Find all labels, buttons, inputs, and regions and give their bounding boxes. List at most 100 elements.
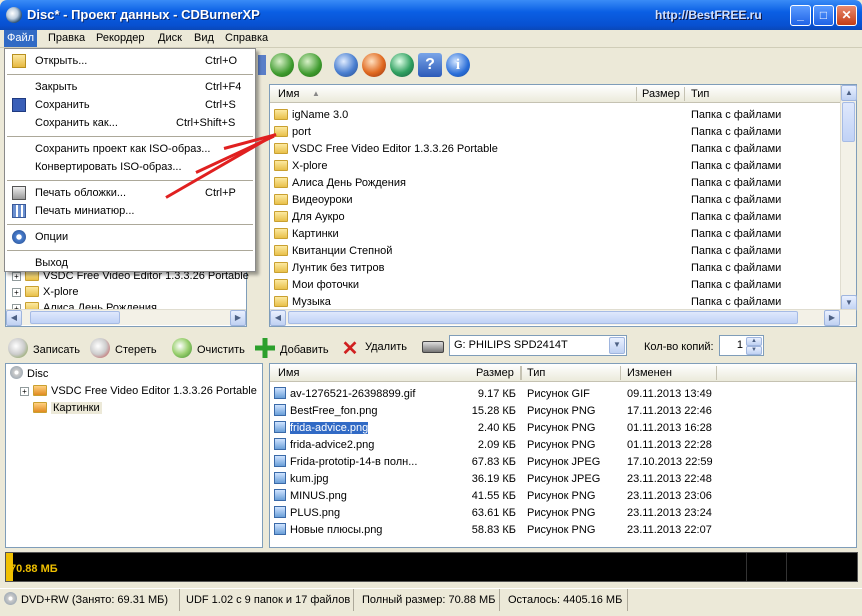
horizontal-scrollbar[interactable]: ◀ ▶ bbox=[270, 309, 856, 326]
list-item[interactable]: Картинки Папка с файлами bbox=[274, 226, 834, 243]
column-modified[interactable]: Изменен bbox=[627, 367, 672, 379]
toolbar-grip bbox=[258, 55, 266, 75]
menu-view[interactable]: Вид bbox=[194, 32, 214, 44]
scroll-thumb[interactable] bbox=[30, 311, 120, 324]
help-icon[interactable]: ? bbox=[418, 53, 442, 77]
list-item[interactable]: Алиса День Рождения Папка с файлами bbox=[274, 175, 834, 192]
horizontal-scrollbar[interactable]: ◀ ▶ bbox=[6, 309, 246, 326]
menu-item-print-thumbnails[interactable]: Печать миниатюр... bbox=[5, 202, 255, 220]
menu-disc[interactable]: Диск bbox=[158, 32, 182, 44]
menu-bar: Файл Правка Рекордер Диск Вид Справка bbox=[0, 30, 862, 48]
tree-root[interactable]: Disc bbox=[10, 366, 48, 383]
scroll-left-icon[interactable]: ◀ bbox=[270, 310, 286, 326]
menu-edit[interactable]: Правка bbox=[48, 32, 85, 44]
tree-item[interactable]: + VSDC Free Video Editor 1.3.3.26 Portabl… bbox=[20, 383, 257, 400]
scroll-up-icon[interactable]: ▲ bbox=[841, 85, 857, 101]
disc-tree[interactable]: Disc + VSDC Free Video Editor 1.3.3.26 Po… bbox=[5, 363, 263, 548]
folder-icon bbox=[274, 194, 288, 205]
tree-item[interactable]: + X-plore bbox=[12, 284, 78, 301]
scroll-thumb[interactable] bbox=[842, 102, 855, 142]
list-item[interactable]: VSDC Free Video Editor 1.3.3.26 Portable… bbox=[274, 141, 834, 158]
table-row[interactable]: BestFree_fon.png 15.28 КБ Рисунок PNG 17.11… bbox=[274, 403, 714, 420]
menu-item-save-iso[interactable]: Сохранить проект как ISO-образ... bbox=[5, 140, 255, 158]
menu-item-exit[interactable]: Выход bbox=[5, 254, 255, 272]
list-item[interactable]: X-plore Папка с файлами bbox=[274, 158, 834, 175]
menu-item-print-cover[interactable]: Печать обложки... Ctrl+P bbox=[5, 184, 255, 202]
stepper-down-icon[interactable]: ▼ bbox=[746, 346, 762, 355]
list-item[interactable]: Мои фоточки Папка с файлами bbox=[274, 277, 834, 294]
table-row[interactable]: PLUS.png 63.61 КБ Рисунок PNG 23.11.2013 23… bbox=[274, 505, 714, 522]
menu-item-close[interactable]: Закрыть Ctrl+F4 bbox=[5, 78, 255, 96]
menu-recorder[interactable]: Рекордер bbox=[96, 32, 145, 44]
clear-button[interactable]: Очистить bbox=[172, 338, 245, 358]
title-bar: Disc* - Проект данных - CDBurnerXP http:… bbox=[0, 0, 862, 30]
list-item[interactable]: port Папка с файлами bbox=[274, 124, 834, 141]
up-icon[interactable] bbox=[298, 53, 322, 77]
menu-file[interactable]: Файл bbox=[4, 30, 38, 47]
table-row[interactable]: av-1276521-26398899.gif 9.17 КБ Рисунок GI… bbox=[274, 386, 714, 403]
column-size[interactable]: Размер bbox=[476, 367, 514, 379]
list-item[interactable]: Квитанции Степной Папка с файлами bbox=[274, 243, 834, 260]
scroll-thumb[interactable] bbox=[288, 311, 798, 324]
burn-button[interactable]: Записать bbox=[8, 338, 80, 358]
tree-item[interactable]: Картинки bbox=[33, 400, 102, 417]
menu-item-options[interactable]: Опции bbox=[5, 228, 255, 246]
scroll-right-icon[interactable]: ▶ bbox=[230, 310, 246, 326]
image-file-icon bbox=[274, 489, 286, 501]
add-button[interactable]: Добавить bbox=[255, 338, 329, 358]
scroll-left-icon[interactable]: ◀ bbox=[6, 310, 22, 326]
maximize-button[interactable]: □ bbox=[813, 5, 834, 26]
menu-item-save[interactable]: Сохранить Ctrl+S bbox=[5, 96, 255, 114]
list-item[interactable]: Видеоуроки Папка с файлами bbox=[274, 192, 834, 209]
image-file-icon bbox=[274, 387, 286, 399]
erase-disc-icon bbox=[90, 338, 110, 358]
file-browser-list[interactable]: Имя ▲ Размер Тип igName 3.0 Папка с файла… bbox=[269, 84, 857, 327]
back-icon[interactable] bbox=[270, 53, 294, 77]
list-item[interactable]: Лунтик без титров Папка с файлами bbox=[274, 260, 834, 277]
gear-icon[interactable] bbox=[334, 53, 358, 77]
minimize-button[interactable]: _ bbox=[790, 5, 811, 26]
table-row[interactable]: kum.jpg 36.19 КБ Рисунок JPEG 23.11.2013 22… bbox=[274, 471, 714, 488]
chevron-down-icon[interactable]: ▼ bbox=[609, 337, 625, 354]
column-name[interactable]: Имя bbox=[278, 367, 299, 379]
drive-icon bbox=[422, 341, 444, 353]
scroll-right-icon[interactable]: ▶ bbox=[824, 310, 840, 326]
list-item[interactable]: igName 3.0 Папка с файлами bbox=[274, 107, 834, 124]
folder-icon bbox=[274, 143, 288, 154]
list-header: Имя Размер Тип Изменен bbox=[270, 364, 856, 382]
column-type[interactable]: Тип bbox=[691, 88, 709, 100]
stepper-up-icon[interactable]: ▲ bbox=[746, 337, 762, 346]
delete-button[interactable]: ✕ Удалить bbox=[340, 338, 407, 359]
burn-icon[interactable] bbox=[362, 53, 386, 77]
table-row[interactable]: frida-advice.png 2.40 КБ Рисунок PNG 01.11.… bbox=[274, 420, 714, 437]
copies-stepper[interactable]: 1 ▲ ▼ bbox=[719, 335, 764, 356]
image-file-icon bbox=[274, 506, 286, 518]
menu-item-open[interactable]: Открыть... Ctrl+O bbox=[5, 52, 255, 70]
column-size[interactable]: Размер bbox=[642, 88, 680, 100]
erase-button[interactable]: Стереть bbox=[90, 338, 157, 358]
column-type[interactable]: Тип bbox=[527, 367, 545, 379]
gear-icon bbox=[12, 230, 26, 244]
info-icon[interactable]: i bbox=[446, 53, 470, 77]
drive-select[interactable]: G: PHILIPS SPD2414T ▼ bbox=[449, 335, 627, 356]
table-row[interactable]: MINUS.png 41.55 КБ Рисунок PNG 23.11.2013 2… bbox=[274, 488, 714, 505]
list-item[interactable]: Для Аукро Папка с файлами bbox=[274, 209, 834, 226]
table-row[interactable]: Новые плюсы.png 58.83 КБ Рисунок PNG 23.11.… bbox=[274, 522, 714, 539]
table-row[interactable]: frida-advice2.png 2.09 КБ Рисунок PNG 01.11… bbox=[274, 437, 714, 454]
floppy-icon bbox=[12, 98, 26, 112]
burn-disc-icon bbox=[8, 338, 28, 358]
menu-help[interactable]: Справка bbox=[225, 32, 268, 44]
folder-icon bbox=[274, 109, 288, 120]
close-button[interactable]: ✕ bbox=[836, 5, 857, 26]
table-row[interactable]: Frida-prototip-14-в полн... 67.83 КБ Рисун… bbox=[274, 454, 714, 471]
status-bar: DVD+RW (Занято: 69.31 МБ) UDF 1.02 с 9 п… bbox=[0, 588, 862, 612]
column-name[interactable]: Имя bbox=[278, 88, 299, 100]
globe-icon[interactable] bbox=[390, 53, 414, 77]
sort-asc-icon: ▲ bbox=[312, 89, 320, 98]
menu-item-save-as[interactable]: Сохранить как... Ctrl+Shift+S bbox=[5, 114, 255, 132]
folder-icon bbox=[274, 262, 288, 273]
vertical-scrollbar[interactable]: ▲ ▼ bbox=[840, 85, 857, 311]
disc-file-list[interactable]: Имя Размер Тип Изменен av-1276521-263988… bbox=[269, 363, 857, 548]
refresh-icon bbox=[172, 338, 192, 358]
list-header: Имя ▲ Размер Тип bbox=[270, 85, 856, 103]
